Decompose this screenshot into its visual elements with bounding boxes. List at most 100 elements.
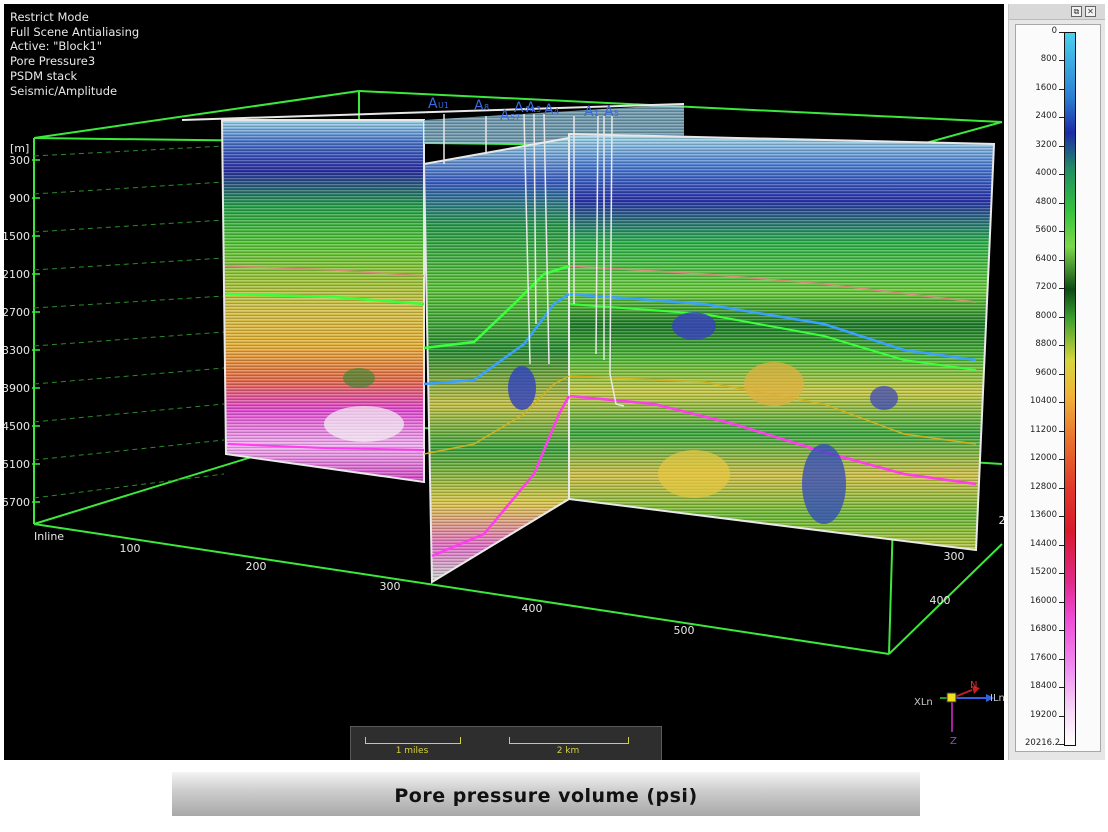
right-seismic-section[interactable] [568,132,996,552]
colorbar-tick-label: 8000 [1035,310,1057,321]
colorbar-tick-label: 7200 [1035,282,1057,293]
colorbar-tick-label: 12000 [1029,453,1057,464]
inline-tick-label: 100 [120,542,141,555]
well-label: 4 [554,107,559,116]
colorbar-tick-label: 18400 [1029,681,1057,692]
well-label: 5 [614,109,619,118]
colorbar-tick [1059,288,1064,290]
depth-grid [33,145,225,499]
colorbar-tick [1059,630,1064,632]
colorbar-tick-label: 16800 [1029,624,1057,635]
colorbar-tick-label: 3200 [1035,139,1057,150]
xline-tick-label: 2 [999,514,1005,527]
depth-tick-label: 2100 [4,268,30,281]
restore-icon[interactable]: ⧉ [1071,6,1082,17]
seismic-scene[interactable]: A U1 A 8A 57A 44A 3 A 4 A 1 A 5 [m]30090015002100270… [4,4,1004,760]
colorbar-tick [1059,687,1064,689]
figure-caption: Pore pressure volume (psi) [394,785,698,807]
colorbar-tick [1059,516,1064,518]
colorbar-tick [1059,402,1064,404]
info-overlay: Restrict Mode Full Scene Antialiasing Acti… [10,10,139,98]
inline-axis-label: Inline [34,530,64,543]
close-icon[interactable]: ✕ [1085,6,1096,17]
colorbar-tick-label: 2400 [1035,111,1057,122]
depth-tick-label: 4500 [4,420,30,433]
depth-tick-label: 2700 [4,306,30,319]
colorbar-tick [1059,231,1064,233]
colorbar-tick [1059,117,1064,119]
well-marker-icon: A [584,104,594,120]
colorbar-tick [1059,430,1064,432]
overlay-line: Pore Pressure3 [10,54,96,69]
colorbar-tick-label: 4800 [1035,196,1057,207]
colorbar-tick [1059,88,1064,90]
colorbar-tick-label: 13600 [1029,510,1057,521]
colorbar-tick-label: 800 [1040,54,1057,65]
well-marker-icon: A [474,98,484,114]
overlay-line: Full Scene Antialiasing [10,24,140,39]
colorbar-tick-label: 6400 [1035,253,1057,264]
3d-viewport[interactable]: A U1 A 8 A 57 A 44 A 3 A 4 A 1 A 5 [m] 300 900 1500 2100 270… [4,4,1004,760]
well-marker-icon: A [544,102,554,118]
colorbar-tick-label: 11200 [1029,424,1057,435]
colorbar-tick [1059,145,1064,147]
caption-bar: Pore pressure volume (psi) [172,772,920,816]
colorbar-panel: ⧉ ✕ 0 800 1600 2400 3200 4000 4800 5600 6400 7200… [1008,4,1105,760]
scale-label-miles: 1 miles [395,746,429,756]
inline-tick-label: 500 [674,624,695,637]
depth-tick-label: 3300 [4,344,30,357]
colorbar-tick-label: 16000 [1029,595,1057,606]
colorbar-tick [1059,259,1064,261]
depth-tick-label: 5100 [4,458,30,471]
colorbar-tick [1059,345,1064,347]
z-label: Z [950,736,957,747]
inline-tick-label: 400 [522,602,543,615]
colorbar-tick-label: 8800 [1035,339,1057,350]
colorbar-tick [1059,60,1064,62]
scale-segment-km [509,737,629,744]
depth-tick-label: 300 [9,154,30,167]
colorbar-tick-label: 20216.2 [1025,738,1061,748]
depth-tick-label: 5700 [4,496,30,509]
colorbar-tick [1059,373,1064,375]
colorbar-tick [1059,316,1064,318]
colorbar-tick-label: 17600 [1029,652,1057,663]
colorbar-tick [1059,459,1064,461]
well-marker-icon: A [514,100,524,116]
scale-label-km: 2 km [556,746,580,756]
scale-segment-miles [365,737,461,744]
colorbar-tick [1059,202,1064,204]
orientation-widget[interactable]: XLn ILn N Z [914,680,1004,747]
well-label: 8 [484,103,489,112]
inline-tick-label: 200 [246,560,267,573]
scale-bar: 1 miles 2 km [350,726,662,760]
overlay-line: Active: "Block1" [10,39,103,54]
colorbar-tick-label: 5600 [1035,225,1057,236]
well-marker-icon: A [604,104,614,120]
well-marker-icon: A [428,96,438,112]
inline-axis: Inline 100 200 300 400 500 [34,530,695,637]
colorbar-gradient [1064,32,1076,746]
overlay-line: PSDM stack [10,68,78,83]
well-marker-icon: A [500,108,510,124]
xln-label: XLn [914,697,933,708]
colorbar-tick-label: 12800 [1029,481,1057,492]
overlay-line: Restrict Mode [10,10,89,24]
xline-tick-label: 300 [944,550,965,563]
front-seismic-section[interactable] [422,136,571,584]
colorbar-tick-label: 9600 [1035,367,1057,378]
inline-tick-label: 300 [380,580,401,593]
left-seismic-section[interactable] [220,119,425,484]
colorbar-tick [1059,544,1064,546]
colorbar-tick [1059,744,1064,745]
colorbar-tick-label: 15200 [1029,567,1057,578]
depth-tick-label: 1500 [4,230,30,243]
colorbar-tick-label: 10400 [1029,396,1057,407]
colorbar-tick-label: 19200 [1029,709,1057,720]
iln-label: ILn [990,693,1004,704]
colorbar-frame [1015,24,1101,752]
colorbar-tick [1059,487,1064,489]
colorbar-tick-label: 14400 [1029,538,1057,549]
colorbar-tick [1059,32,1064,33]
well-marker-icon: A [526,100,536,116]
